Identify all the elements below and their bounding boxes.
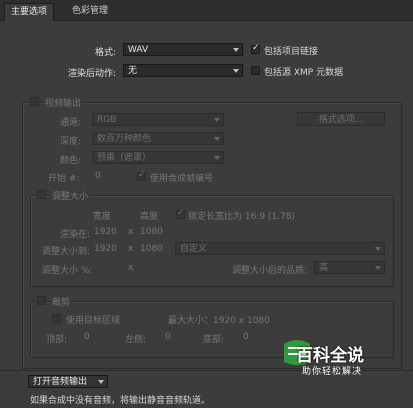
resize-quality-value: 高 xyxy=(319,263,329,273)
use-comp-frame-label: 使用合成帧编号 xyxy=(150,174,214,184)
depth-value: 数百万种颜色 xyxy=(97,134,152,144)
resize-preset-value: 自定义 xyxy=(180,244,208,254)
video-output-checkbox[interactable] xyxy=(30,97,39,106)
channel-label: 通道: xyxy=(60,118,82,128)
crop-bottom-value[interactable]: 0 xyxy=(243,332,249,342)
color-select[interactable]: 预乘（遮罩） xyxy=(92,151,224,164)
resize-checkbox[interactable] xyxy=(37,190,46,199)
chevron-down-icon xyxy=(214,137,220,141)
resize-x: x xyxy=(128,244,134,254)
resize-height[interactable]: 1080 xyxy=(140,244,163,254)
chevron-down-icon xyxy=(214,156,220,160)
crop-top-value[interactable]: 0 xyxy=(84,332,90,342)
render-height: 1080 xyxy=(140,227,163,237)
format-label: 格式: xyxy=(94,48,116,58)
include-xmp-checkbox[interactable] xyxy=(251,66,260,75)
chevron-down-icon xyxy=(214,118,220,122)
post-render-value: 无 xyxy=(128,66,138,76)
height-header: 高度 xyxy=(140,212,159,222)
lock-ratio-checkbox[interactable] xyxy=(176,208,185,219)
post-render-select[interactable]: 无 xyxy=(123,64,243,77)
tab-main-options[interactable]: 主要选项 xyxy=(4,3,55,21)
resize-pct-label: 调整大小 %: xyxy=(42,266,93,276)
include-project-link-label: 包括项目链接 xyxy=(264,47,319,57)
resize-pct-x: x xyxy=(128,263,134,273)
include-project-link-checkbox[interactable] xyxy=(251,43,260,54)
watermark-title: 百科全说 xyxy=(296,346,364,366)
resize-width[interactable]: 1920 xyxy=(94,244,117,254)
channel-value: RGB xyxy=(97,115,117,125)
resize-preset-select[interactable]: 自定义 xyxy=(175,242,385,255)
audio-output-dropdown[interactable]: 打开音频输出 xyxy=(28,375,108,388)
format-options-button[interactable]: 格式选项... xyxy=(297,112,385,126)
depth-label: 深度: xyxy=(60,137,82,147)
resize-quality-label: 调整大小后的品质: xyxy=(232,266,308,276)
depth-select[interactable]: 数百万种颜色 xyxy=(92,132,224,145)
lock-ratio-label: 锁定长宽比为 16:9 (1.78) xyxy=(188,212,295,222)
watermark-subtitle: 助你轻松解决 xyxy=(302,367,363,377)
format-select[interactable]: WAV xyxy=(123,43,243,56)
width-header: 宽度 xyxy=(93,212,112,222)
crop-bottom-label: 底部: xyxy=(203,335,225,345)
format-value: WAV xyxy=(128,45,149,55)
crop-max-size: 最大大小：1920 x 1080 xyxy=(168,316,270,326)
tab-color-management[interactable]: 色彩管理 xyxy=(66,3,114,20)
chevron-down-icon xyxy=(98,380,104,384)
video-output-title: 视频输出 xyxy=(43,96,84,109)
resize-quality-select[interactable]: 高 xyxy=(314,261,385,274)
render-at-label: 渲染在: xyxy=(60,230,91,240)
chevron-down-icon xyxy=(233,69,239,73)
color-label: 颜色: xyxy=(60,156,82,166)
crop-title: 裁剪 xyxy=(50,295,73,308)
post-render-label: 渲染后动作: xyxy=(67,69,116,79)
start-value[interactable]: 0 xyxy=(95,171,101,181)
crop-left-label: 左侧: xyxy=(125,335,147,345)
chevron-down-icon xyxy=(375,247,381,251)
render-width: 1920 xyxy=(94,227,117,237)
crop-top-label: 顶部: xyxy=(46,335,68,345)
chevron-down-icon xyxy=(233,48,239,52)
crop-left-value[interactable]: 0 xyxy=(165,332,171,342)
crop-checkbox[interactable] xyxy=(37,296,46,305)
use-roi-checkbox[interactable] xyxy=(52,314,61,323)
audio-note: 如果合成中没有音频，将输出静音音频轨道。 xyxy=(30,396,211,406)
include-xmp-label: 包括源 XMP 元数据 xyxy=(264,68,344,78)
audio-output-label: 打开音频输出 xyxy=(33,377,88,387)
render-x: x xyxy=(128,227,134,237)
chevron-down-icon xyxy=(375,266,381,270)
resize-title: 调整大小 xyxy=(50,189,91,202)
use-comp-frame-checkbox[interactable] xyxy=(137,170,146,181)
start-label: 开始 #: xyxy=(48,174,80,184)
color-value: 预乘（遮罩） xyxy=(97,153,152,163)
tab-bar: 主要选项 色彩管理 xyxy=(0,0,413,21)
resize-to-label: 调整大小到: xyxy=(42,247,91,257)
channel-select[interactable]: RGB xyxy=(92,113,224,126)
use-roi-label: 使用目标区域 xyxy=(66,316,121,326)
